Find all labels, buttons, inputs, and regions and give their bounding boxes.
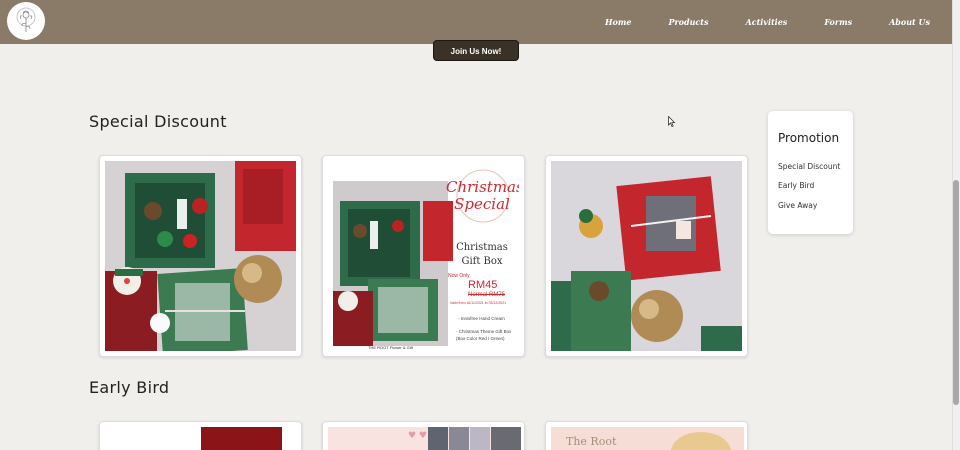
poster-product-2: Gift Box [461,256,503,267]
poster-item-1: - Innisfree Hand Cream [458,316,505,321]
poster-price: RM45 [468,279,498,291]
promo-link-give-away[interactable]: Give Away [778,201,817,210]
nav-products[interactable]: Products [668,17,708,27]
early-bird-heading: Early Bird [89,378,170,397]
poster-heading-1: Christmas [446,178,519,196]
promo-link-special-discount[interactable]: Special Discount [778,162,840,171]
early-bird-card-1[interactable] [99,421,302,450]
brand-text: The Root [566,435,617,448]
logo[interactable] [7,2,45,40]
poster-now-only: Now Only [448,273,470,279]
navbar: Home Products Activities Forms About Us [0,0,952,44]
poster-heading-2: Special [454,195,510,213]
product-card-3[interactable] [545,155,748,357]
scrollbar-thumb[interactable] [953,180,959,405]
nav-about-us[interactable]: About Us [889,17,930,27]
poster-brand: THE ROOT Flower & Gift [368,345,413,350]
poster-normal-price: Normal RM75 [468,292,506,298]
poster-valid: Valid from 16/11/2021 to 03/12/2021 [450,301,507,305]
roses-photo [201,427,282,450]
product-card-1[interactable] [99,155,302,357]
page-scrollbar[interactable] [952,0,960,450]
heart-icon: ♥ ♥ [408,431,427,441]
nav-activities[interactable]: Activities [745,17,787,27]
promotion-title: Promotion [778,131,840,145]
nav-menu: Home Products Activities Forms About Us [605,0,930,44]
early-bird-card-3[interactable]: The Root [545,421,748,450]
promotion-panel: Promotion Special Discount Early Bird Gi… [768,111,853,234]
christmas-special-poster: Christmas Special Christmas Gift Box Now… [328,161,519,351]
nav-forms[interactable]: Forms [824,17,852,27]
poster-item-3: (Box Color Red / Green) [456,336,505,341]
gift-box-photo-3 [551,161,742,351]
product-card-2[interactable]: Christmas Special Christmas Gift Box Now… [322,155,525,357]
nav-home[interactable]: Home [605,17,631,27]
the-root-promo: The Root [551,427,744,450]
mouse-cursor-icon [668,116,676,128]
special-discount-heading: Special Discount [89,112,227,131]
gift-box-photo-1 [105,161,296,351]
poster-item-2: - Christmas Theme Gift Box [456,329,512,334]
poster-product-1: Christmas [456,242,508,253]
promo-collage: ♥ ♥ [328,427,521,450]
promo-link-early-bird[interactable]: Early Bird [778,181,814,190]
early-bird-card-2[interactable]: ♥ ♥ [322,421,525,450]
join-us-button[interactable]: Join Us Now! [433,40,519,61]
flower-logo-icon [16,7,36,32]
